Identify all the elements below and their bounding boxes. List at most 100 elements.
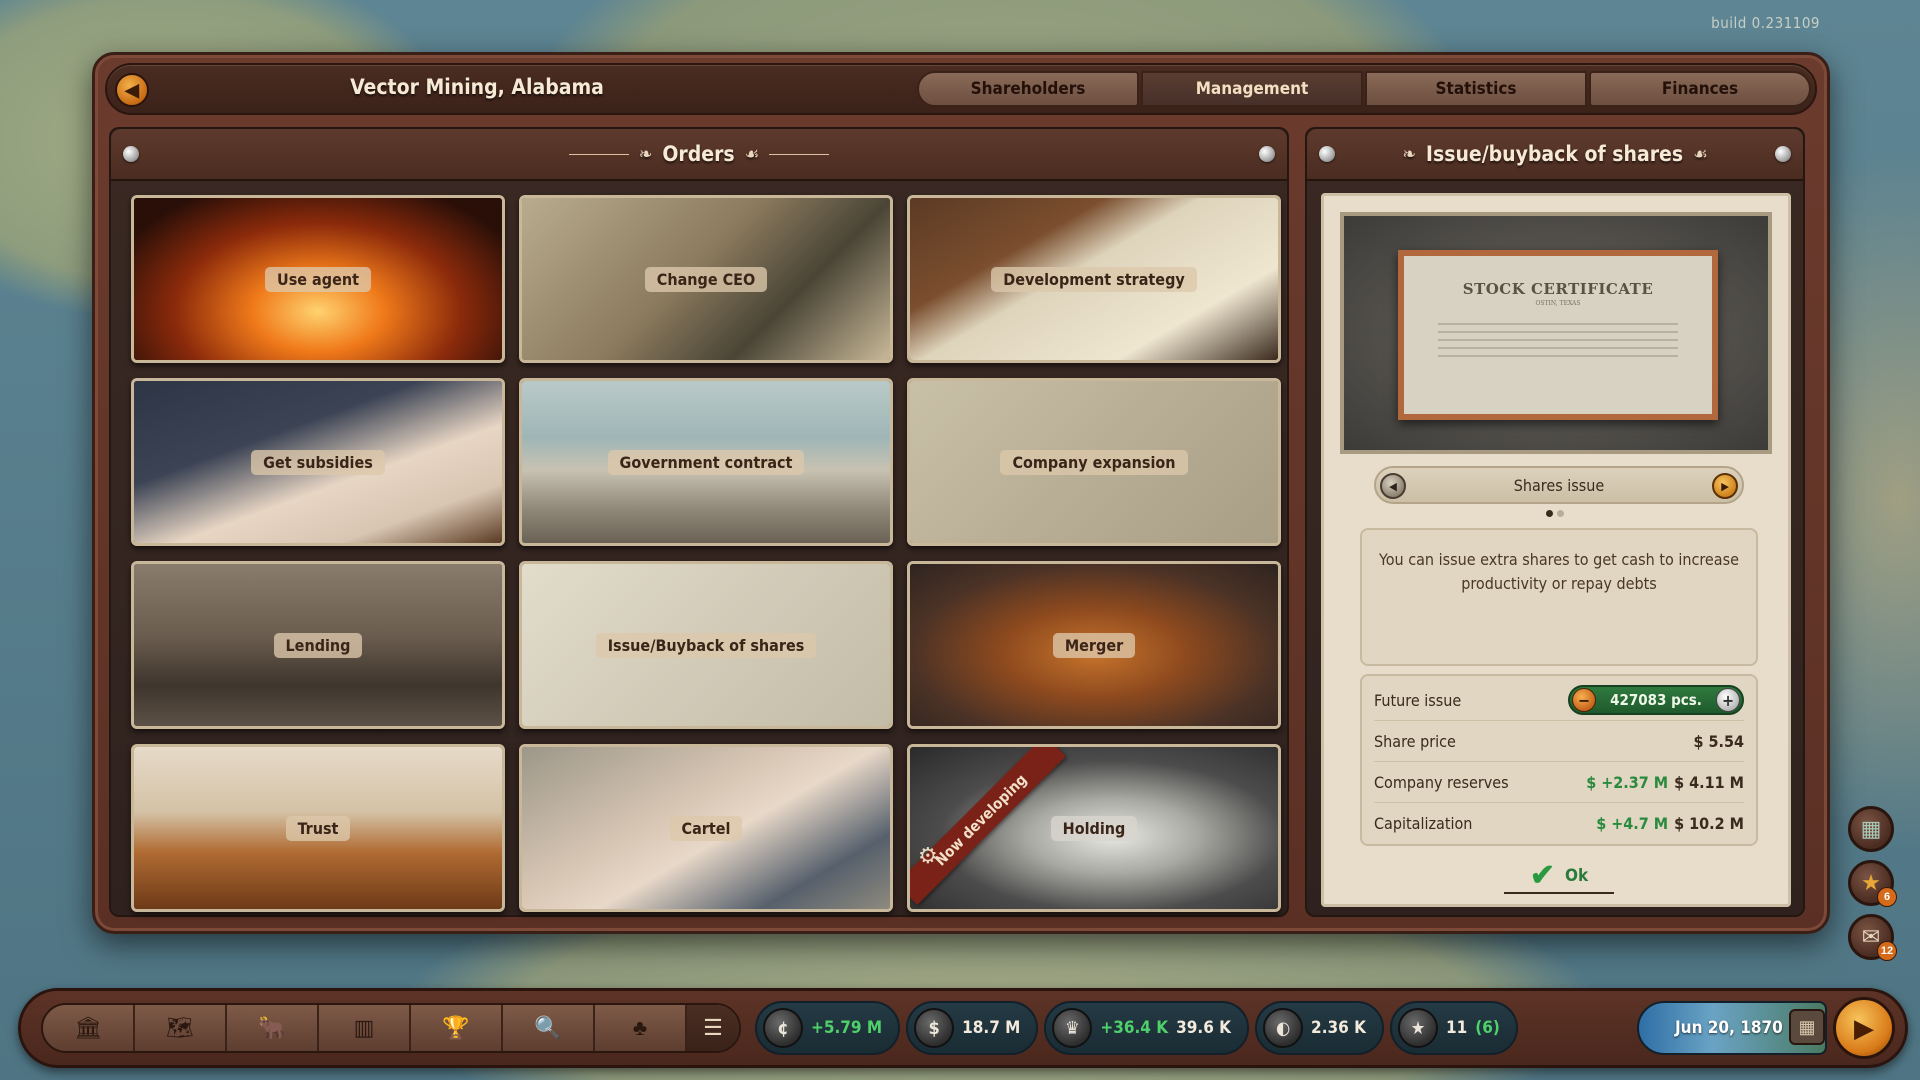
company-reserves-row: Company reserves $ +2.37 M $ 4.11 M (1374, 762, 1744, 803)
favorites-button[interactable]: ★ 6 (1848, 860, 1897, 907)
share-price-label: Share price (1374, 731, 1456, 751)
tab-management[interactable]: Management (1141, 71, 1363, 107)
chevron-right-icon[interactable]: ▶ (1712, 473, 1738, 499)
tab-bar: Shareholders Management Statistics Finan… (917, 71, 1811, 109)
bull-icon: 🐂 (258, 1015, 286, 1040)
order-card-company-expansion[interactable]: Company expansion (907, 378, 1281, 546)
divider (568, 153, 629, 155)
company-reserves-delta: $ +2.37 M (1586, 772, 1669, 792)
order-card-government-contract[interactable]: Government contract (519, 378, 893, 546)
card-label: Issue/Buyback of shares (595, 632, 817, 658)
capitalization-row: Capitalization $ +4.7 M $ 10.2 M (1374, 803, 1744, 844)
rivet-icon (1775, 146, 1791, 162)
page-dot[interactable] (1546, 510, 1553, 517)
star-icon: ★ (1397, 1008, 1438, 1048)
order-card-lending[interactable]: Lending (131, 561, 505, 729)
card-label: Trust (285, 815, 351, 841)
order-card-change-ceo[interactable]: Change CEO (519, 195, 893, 363)
calendar-icon[interactable]: ▦ (1789, 1009, 1825, 1045)
order-card-trust[interactable]: Trust (131, 744, 505, 912)
nav-government[interactable]: ▥ (319, 1005, 411, 1051)
certificate-subtitle: OSTIN, TEXAS (1535, 300, 1581, 307)
order-card-get-subsidies[interactable]: Get subsidies (131, 378, 505, 546)
stars-extra: (6) (1475, 1018, 1500, 1038)
card-label: Merger (1052, 632, 1136, 658)
cash-indicator[interactable]: $ 18.7 M (906, 1001, 1039, 1055)
stars-indicator[interactable]: ★ 11 (6) (1389, 1001, 1518, 1055)
ledger-button[interactable]: ▦ (1848, 806, 1894, 852)
card-label: Development strategy (991, 266, 1197, 292)
gear-icon: ⚙ (918, 843, 938, 868)
nav-achievements[interactable]: 🏆 (411, 1005, 503, 1051)
tab-statistics[interactable]: Statistics (1365, 71, 1587, 107)
orders-panel: ❧ Orders ☙ Use agent Change CEO Developm… (109, 127, 1289, 917)
flourish-left-icon: ❧ (1402, 143, 1416, 165)
flourish-right-icon: ☙ (1693, 143, 1708, 165)
card-label: Get subsidies (251, 449, 385, 475)
menu-icon: ☰ (703, 1015, 723, 1040)
nav-research[interactable]: ♣ (595, 1005, 687, 1051)
capitalization-delta: $ +4.7 M (1596, 814, 1669, 833)
card-label: Use agent (265, 266, 371, 292)
nav-search[interactable]: 🔍 (503, 1005, 595, 1051)
flourish-right-icon: ☙ (744, 143, 760, 165)
dollar-icon: $ (914, 1008, 955, 1048)
card-label: Change CEO (644, 266, 768, 292)
checkmark-icon: ✔ (1529, 859, 1555, 892)
income-value: +5.79 M (811, 1018, 883, 1038)
crown-icon: ♛ (1052, 1008, 1093, 1048)
company-window: ◀ Vector Mining, Alabama Shareholders Ma… (92, 52, 1830, 934)
tab-finances[interactable]: Finances (1589, 71, 1811, 107)
back-button[interactable]: ◀ (115, 73, 149, 107)
prestige-indicator[interactable]: ♛ +36.4 K 39.6 K (1044, 1001, 1250, 1055)
nav-map[interactable]: 🗺 (135, 1005, 227, 1051)
play-button[interactable]: ▶ (1833, 997, 1895, 1059)
page-dot[interactable] (1557, 510, 1564, 517)
play-icon: ▶ (1854, 1012, 1874, 1043)
description-box: You can issue extra shares to get cash t… (1360, 528, 1758, 666)
page-dots (1546, 510, 1564, 517)
mode-selector: ◀ Shares issue ▶ (1374, 466, 1744, 504)
company-reserves-value: $ 4.11 M (1674, 772, 1744, 792)
certificate-text-lines (1438, 317, 1678, 363)
rivet-icon (1259, 146, 1275, 162)
capitalization-value: $ 10.2 M (1674, 814, 1744, 833)
chevron-left-icon[interactable]: ◀ (1380, 473, 1406, 499)
orders-header: ❧ Orders ☙ (111, 129, 1287, 181)
resource-indicator[interactable]: ◐ 2.36 K (1255, 1001, 1384, 1055)
ok-button[interactable]: ✔ Ok (1504, 860, 1614, 894)
certificate-title: STOCK CERTIFICATE (1462, 280, 1654, 298)
mode-label: Shares issue (1513, 475, 1605, 495)
tree-icon: ♣ (632, 1015, 648, 1040)
order-card-holding[interactable]: Now developing ⚙ Holding (907, 744, 1281, 912)
stock-certificate: STOCK CERTIFICATE OSTIN, TEXAS (1398, 250, 1718, 420)
issue-stats: Future issue − 427083 pcs. + Share price… (1360, 674, 1758, 846)
issue-buyback-panel: ❧ Issue/buyback of shares ☙ STOCK CERTIF… (1305, 127, 1805, 917)
decrease-button[interactable]: − (1572, 688, 1596, 712)
share-price-row: Share price $ 5.54 (1374, 721, 1744, 762)
order-card-use-agent[interactable]: Use agent (131, 195, 505, 363)
ok-label: Ok (1564, 866, 1589, 886)
prestige-delta: +36.4 K (1100, 1018, 1169, 1038)
future-issue-stepper: − 427083 pcs. + (1568, 685, 1744, 715)
order-card-cartel[interactable]: Cartel (519, 744, 893, 912)
tab-shareholders[interactable]: Shareholders (917, 71, 1139, 107)
mail-button[interactable]: ✉ 12 (1848, 914, 1897, 961)
certificate-picture: STOCK CERTIFICATE OSTIN, TEXAS (1340, 212, 1772, 454)
order-card-development-strategy[interactable]: Development strategy (907, 195, 1281, 363)
company-reserves-label: Company reserves (1374, 772, 1509, 792)
nav-market[interactable]: 🐂 (227, 1005, 319, 1051)
order-card-merger[interactable]: Merger (907, 561, 1281, 729)
nav-menu[interactable]: ☰ (687, 1005, 739, 1051)
orders-grid: Use agent Change CEO Development strateg… (131, 195, 1281, 912)
nav-bank[interactable]: 🏛 (43, 1005, 135, 1051)
order-card-issue-buyback[interactable]: Issue/Buyback of shares (519, 561, 893, 729)
increase-button[interactable]: + (1715, 688, 1740, 712)
resource-value: 2.36 K (1311, 1018, 1366, 1038)
mail-badge: 12 (1877, 941, 1897, 961)
issue-header: ❧ Issue/buyback of shares ☙ (1307, 129, 1803, 181)
ore-icon: ◐ (1263, 1008, 1304, 1048)
income-indicator[interactable]: ¢ +5.79 M (755, 1001, 901, 1055)
bank-icon: 🏛 (74, 1015, 102, 1040)
card-label: Company expansion (1000, 449, 1188, 475)
